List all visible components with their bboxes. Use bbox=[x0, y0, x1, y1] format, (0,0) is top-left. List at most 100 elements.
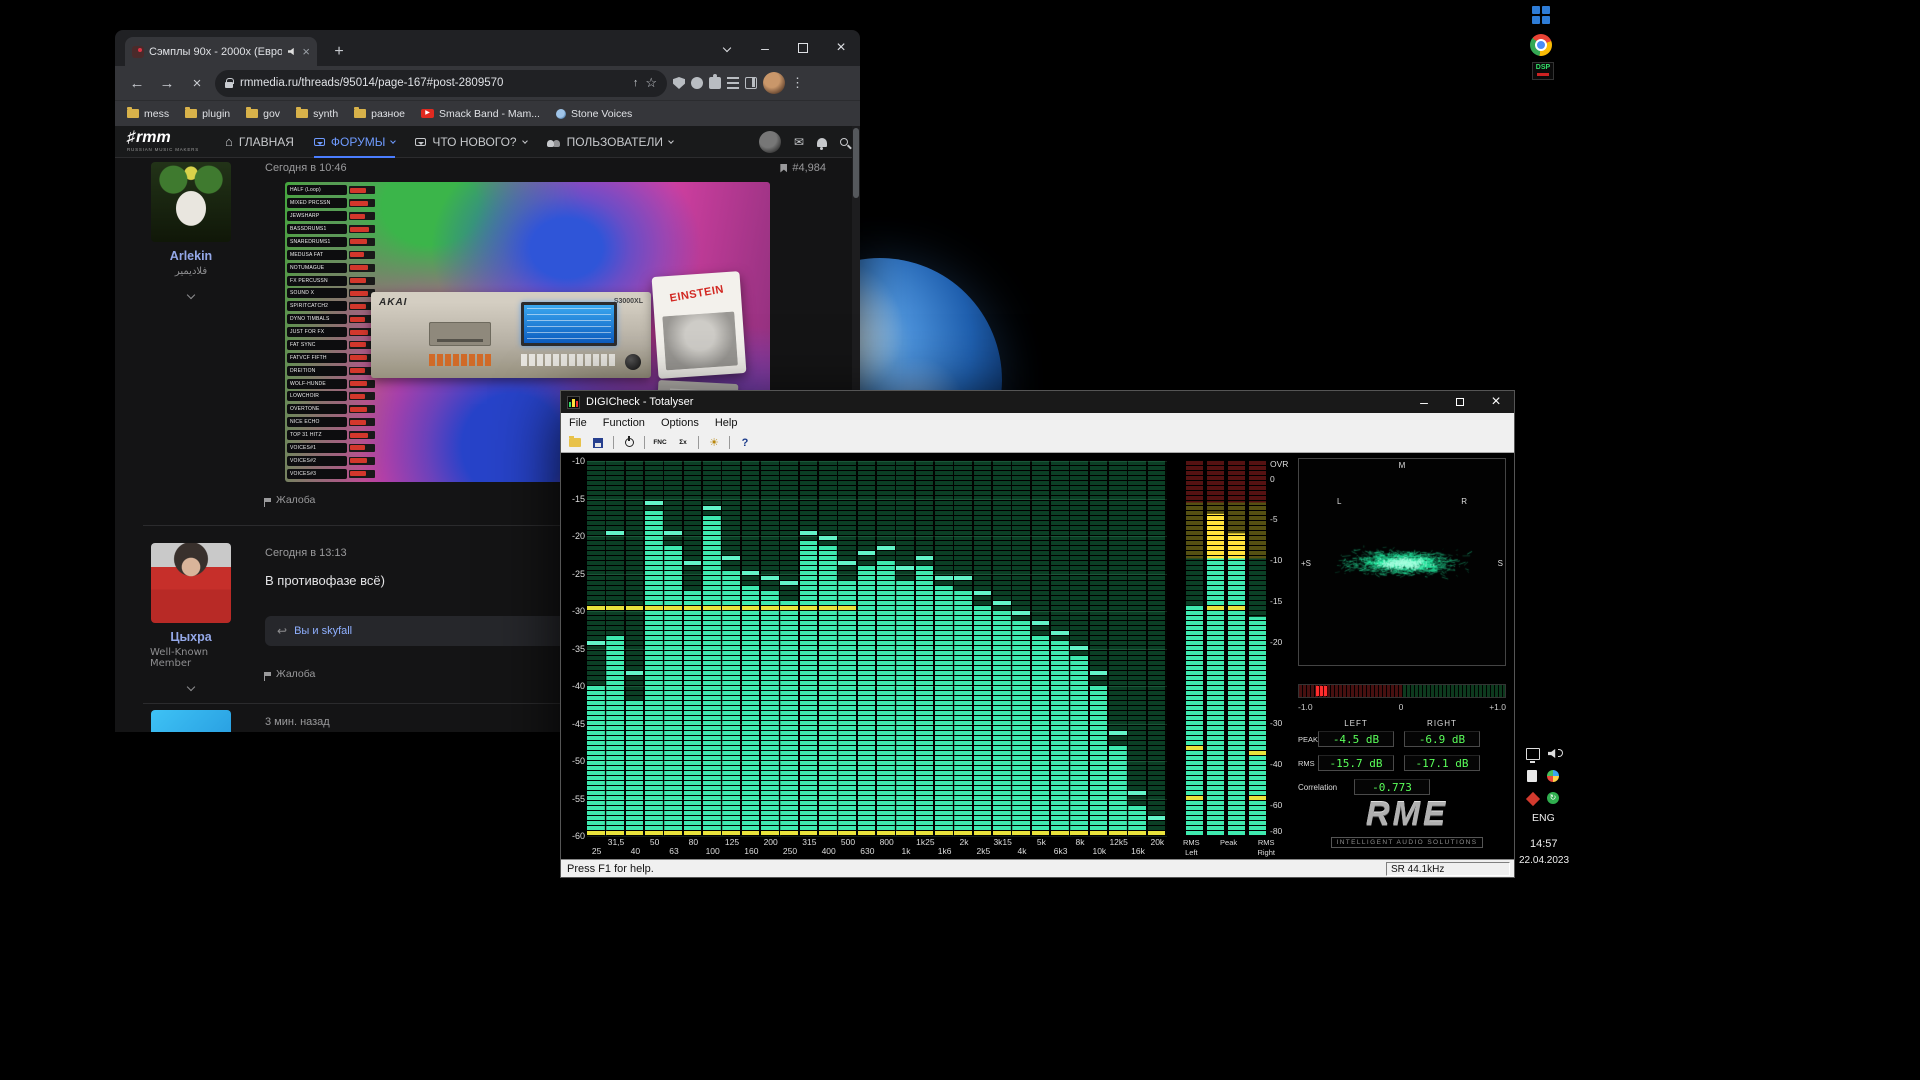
extensions-puzzle-icon[interactable] bbox=[709, 77, 721, 89]
post1-number[interactable]: #4,984 bbox=[792, 162, 826, 174]
extension-icon[interactable] bbox=[691, 77, 703, 89]
post2-time[interactable]: Сегодня в 13:13 bbox=[265, 547, 347, 559]
menu-help[interactable]: Help bbox=[707, 417, 746, 429]
user-avatar[interactable] bbox=[759, 131, 781, 153]
people-icon bbox=[547, 137, 561, 147]
scrollbar-thumb[interactable] bbox=[853, 128, 859, 198]
nav-users[interactable]: ПОЛЬЗОВАТЕЛИ bbox=[547, 126, 673, 158]
menu-function[interactable]: Function bbox=[595, 417, 653, 429]
alert-icon[interactable] bbox=[1526, 792, 1540, 806]
einstein-title: EINSTEIN bbox=[652, 281, 741, 308]
app-tray-icon[interactable] bbox=[1547, 770, 1559, 782]
browser-tab[interactable]: Сэмплы 90x - 2000x (Еврод × bbox=[125, 37, 317, 66]
sample-row: DYNO TIMBALS bbox=[287, 313, 375, 326]
dsp-tray-icon[interactable]: DSP bbox=[1532, 62, 1554, 80]
language-indicator[interactable]: ENG bbox=[1532, 812, 1555, 824]
side-panel-icon[interactable] bbox=[745, 77, 757, 89]
sample-slider bbox=[349, 392, 375, 400]
chrome-icon[interactable] bbox=[1530, 34, 1552, 56]
sample-name: TOP 31 HITZ bbox=[287, 430, 347, 440]
sample-name: OVERTONE bbox=[287, 404, 347, 414]
open-button[interactable] bbox=[565, 435, 585, 451]
bookmark-ribbon-icon[interactable] bbox=[780, 164, 787, 173]
browser-menu-icon[interactable]: ⋮ bbox=[791, 75, 804, 91]
tab-audio-icon[interactable] bbox=[288, 48, 296, 55]
bookmark-youtube[interactable]: ▶Smack Band - Mam... bbox=[421, 108, 540, 120]
digicheck-titlebar[interactable]: DIGICheck - Totalyser bbox=[561, 391, 1514, 413]
post3-time[interactable]: 3 мин. назад bbox=[265, 716, 330, 728]
folder-icon bbox=[354, 109, 366, 118]
author-expand-chevron[interactable] bbox=[188, 677, 194, 695]
clock-time[interactable]: 14:57 bbox=[1530, 838, 1558, 850]
sample-row: MEDUSA FAT bbox=[287, 248, 375, 261]
minimize-button[interactable] bbox=[746, 30, 784, 66]
search-icon[interactable] bbox=[840, 138, 848, 146]
post2-avatar[interactable] bbox=[151, 543, 231, 623]
bell-icon[interactable] bbox=[817, 138, 827, 147]
sample-row: MIXED PRCSSN bbox=[287, 197, 375, 210]
post2-quote[interactable]: ↩ Вы и skyfall bbox=[265, 616, 575, 646]
mail-icon[interactable]: ✉ bbox=[794, 135, 804, 149]
vectorscope: M L R +S S bbox=[1298, 458, 1506, 666]
new-tab-button[interactable]: + bbox=[327, 40, 351, 64]
post1-time[interactable]: Сегодня в 10:46 bbox=[265, 162, 347, 174]
share-icon[interactable]: ↑ bbox=[633, 77, 639, 89]
post1-report-button[interactable]: Жалоба bbox=[265, 494, 315, 506]
adblock-extension-icon[interactable] bbox=[673, 77, 685, 89]
post1-username[interactable]: Arlekin bbox=[170, 249, 212, 263]
sample-name: FATVCF FIFTH bbox=[287, 353, 347, 363]
rms-row: RMS -15.7 dB -17.1 dB bbox=[1298, 755, 1510, 771]
profile-avatar[interactable] bbox=[763, 72, 785, 94]
close-button[interactable] bbox=[1478, 391, 1514, 413]
maximize-button[interactable] bbox=[784, 30, 822, 66]
author-expand-chevron[interactable] bbox=[188, 285, 194, 303]
post3-avatar[interactable] bbox=[151, 710, 231, 732]
post2-username[interactable]: Цыхра bbox=[170, 630, 211, 644]
post2-report-button[interactable]: Жалоба bbox=[265, 668, 315, 680]
minimize-button[interactable] bbox=[1406, 391, 1442, 413]
playlist-extension-icon[interactable] bbox=[727, 77, 739, 89]
maximize-button[interactable] bbox=[1442, 391, 1478, 413]
brightness-button[interactable]: ☀ bbox=[704, 435, 724, 451]
url-text[interactable]: rmmedia.ru/threads/95014/page-167#post-2… bbox=[240, 77, 626, 89]
nav-whats-new[interactable]: ЧТО НОВОГО? bbox=[415, 126, 526, 158]
bookmark-folder[interactable]: разное bbox=[354, 108, 405, 120]
sync-icon[interactable]: ↻ bbox=[1547, 792, 1559, 804]
meter-rms-left bbox=[1186, 461, 1203, 836]
help-button[interactable]: ? bbox=[735, 435, 755, 451]
tab-strip: Сэмплы 90x - 2000x (Еврод × + bbox=[115, 30, 860, 66]
sample-row: HALF (Loop) bbox=[287, 184, 375, 197]
bookmark-site[interactable]: Stone Voices bbox=[556, 108, 632, 120]
statistics-button[interactable]: Σx bbox=[673, 435, 693, 451]
close-button[interactable] bbox=[822, 30, 860, 66]
post1-avatar[interactable] bbox=[151, 162, 231, 242]
address-bar[interactable]: rmmedia.ru/threads/95014/page-167#post-2… bbox=[215, 70, 667, 97]
menu-options[interactable]: Options bbox=[653, 417, 707, 429]
tab-search-chevron-icon[interactable] bbox=[708, 30, 746, 66]
lock-icon[interactable] bbox=[225, 82, 233, 88]
meter-scale-tick: -20 bbox=[1270, 637, 1282, 647]
tab-close-icon[interactable]: × bbox=[302, 45, 310, 58]
clock-date[interactable]: 22.04.2023 bbox=[1519, 855, 1569, 866]
start-stop-button[interactable] bbox=[619, 435, 639, 451]
bookmark-folder[interactable]: mess bbox=[127, 108, 169, 120]
forward-button[interactable]: → bbox=[155, 71, 179, 95]
bookmark-star-icon[interactable]: ☆ bbox=[645, 75, 657, 91]
volume-icon[interactable] bbox=[1548, 749, 1558, 758]
post1-usertitle: فلاديمير bbox=[175, 266, 207, 277]
nav-home[interactable]: ⌂ГЛАВНАЯ bbox=[225, 126, 294, 158]
back-button[interactable]: ← bbox=[125, 71, 149, 95]
pinned-app-icon[interactable] bbox=[1532, 6, 1550, 24]
network-icon[interactable] bbox=[1526, 748, 1540, 760]
site-logo[interactable]: rmm RUSSIAN MUSIC MAKERS bbox=[127, 130, 199, 153]
browser-toolbar: ← → × rmmedia.ru/threads/95014/page-167#… bbox=[115, 66, 860, 100]
menu-file[interactable]: File bbox=[561, 417, 595, 429]
function-select-button[interactable]: FNC bbox=[650, 435, 670, 451]
bookmark-folder[interactable]: synth bbox=[296, 108, 338, 120]
bookmark-folder[interactable]: gov bbox=[246, 108, 280, 120]
nav-forums[interactable]: ФОРУМЫ bbox=[314, 126, 395, 158]
bookmark-folder[interactable]: plugin bbox=[185, 108, 230, 120]
save-button[interactable] bbox=[588, 435, 608, 451]
clipboard-icon[interactable] bbox=[1527, 770, 1537, 782]
stop-button[interactable]: × bbox=[185, 71, 209, 95]
